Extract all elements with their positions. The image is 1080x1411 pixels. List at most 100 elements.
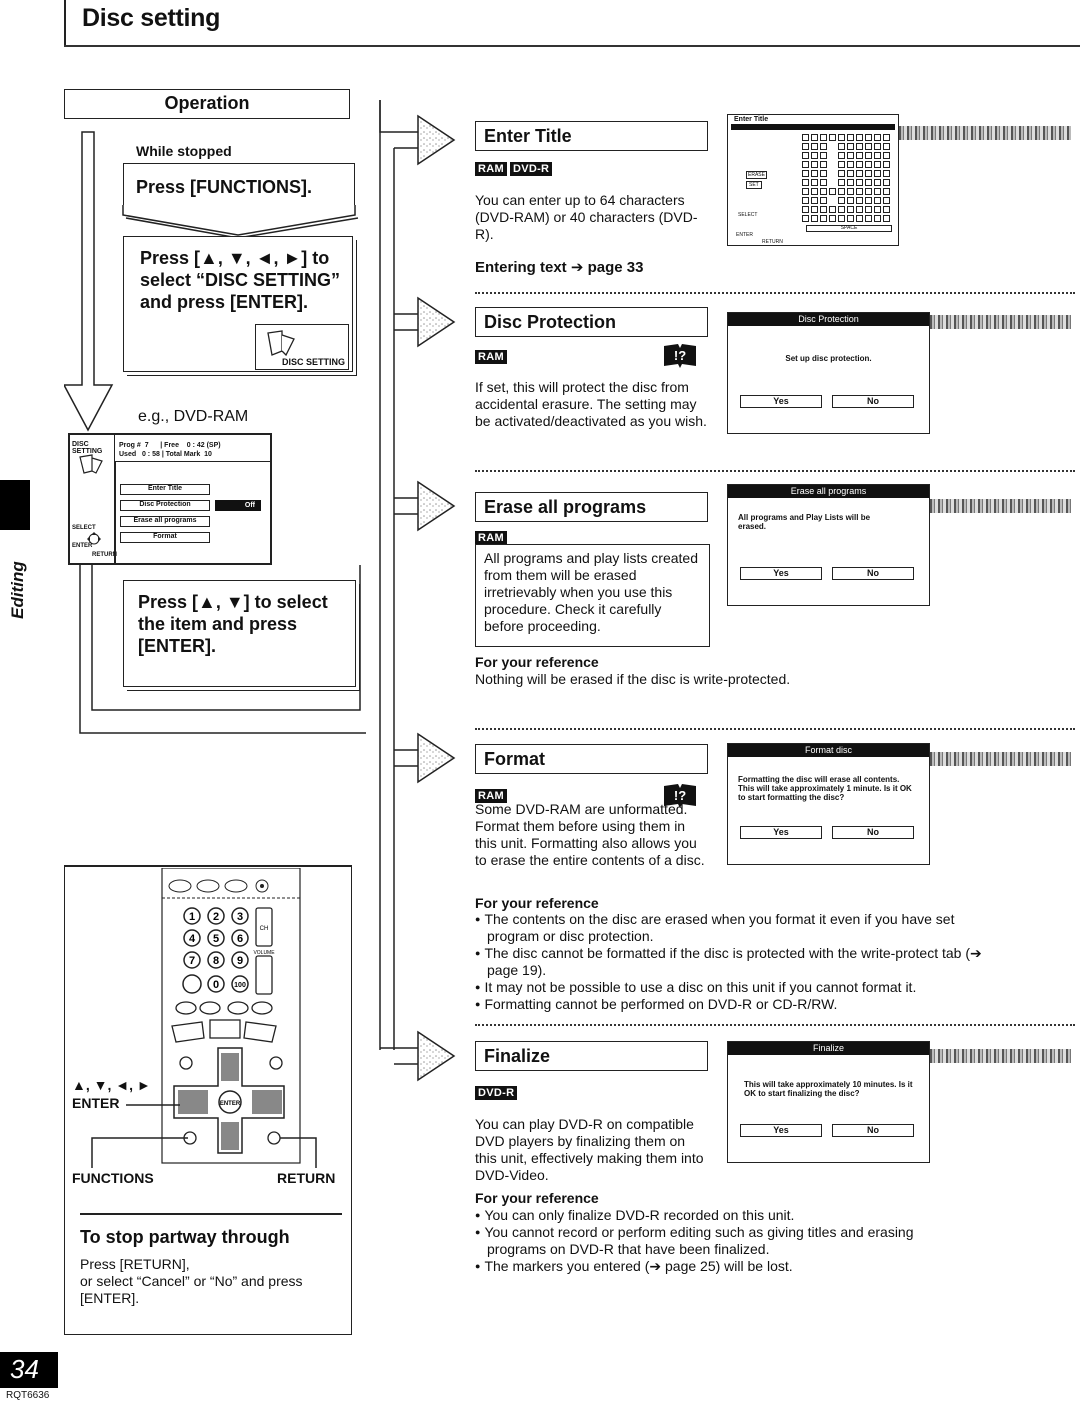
character-key[interactable] <box>874 170 881 177</box>
character-key[interactable] <box>865 134 872 141</box>
character-key[interactable] <box>802 179 809 186</box>
character-key[interactable] <box>811 188 818 195</box>
character-key[interactable] <box>838 170 845 177</box>
character-key[interactable] <box>856 170 863 177</box>
menu-item-enter-title[interactable]: Enter Title <box>120 484 210 495</box>
character-key[interactable] <box>856 134 863 141</box>
dialog-yes-button[interactable]: Yes <box>740 826 822 839</box>
character-key[interactable] <box>847 170 854 177</box>
character-key[interactable] <box>874 152 881 159</box>
character-key[interactable] <box>802 152 809 159</box>
character-key[interactable] <box>811 197 818 204</box>
character-key[interactable] <box>865 152 872 159</box>
character-key[interactable] <box>856 206 863 213</box>
character-key[interactable] <box>802 188 809 195</box>
character-key[interactable] <box>865 188 872 195</box>
character-key[interactable] <box>802 215 809 222</box>
character-key[interactable] <box>883 188 890 195</box>
character-key[interactable] <box>820 161 827 168</box>
dialog-no-button[interactable]: No <box>832 826 914 839</box>
character-key[interactable] <box>883 152 890 159</box>
character-key[interactable] <box>856 161 863 168</box>
character-key[interactable] <box>802 143 809 150</box>
character-key[interactable] <box>811 134 818 141</box>
character-key[interactable] <box>820 215 827 222</box>
character-key[interactable] <box>847 161 854 168</box>
character-key[interactable] <box>865 143 872 150</box>
character-key[interactable] <box>829 134 836 141</box>
dialog-no-button[interactable]: No <box>832 395 914 408</box>
character-key[interactable] <box>829 215 836 222</box>
character-key[interactable] <box>874 179 881 186</box>
character-key[interactable] <box>847 179 854 186</box>
character-key[interactable] <box>847 143 854 150</box>
character-key[interactable] <box>820 143 827 150</box>
character-key[interactable] <box>847 152 854 159</box>
character-key[interactable] <box>847 134 854 141</box>
title-input-bar[interactable] <box>731 124 895 130</box>
character-key[interactable] <box>874 143 881 150</box>
dialog-yes-button[interactable]: Yes <box>740 395 822 408</box>
character-key[interactable] <box>865 161 872 168</box>
dialog-no-button[interactable]: No <box>832 1124 914 1137</box>
character-key[interactable] <box>874 206 881 213</box>
character-key[interactable] <box>874 161 881 168</box>
character-key[interactable] <box>820 179 827 186</box>
character-key[interactable] <box>874 134 881 141</box>
character-key[interactable] <box>811 161 818 168</box>
character-key[interactable] <box>820 188 827 195</box>
character-key[interactable] <box>874 197 881 204</box>
character-key[interactable] <box>865 206 872 213</box>
character-key[interactable] <box>856 215 863 222</box>
character-grid[interactable] <box>802 134 894 224</box>
menu-item-erase-all-programs[interactable]: Erase all programs <box>120 516 210 527</box>
set-key[interactable]: SET <box>746 181 762 189</box>
character-key[interactable] <box>847 197 854 204</box>
character-key[interactable] <box>811 179 818 186</box>
character-key[interactable] <box>883 179 890 186</box>
character-key[interactable] <box>802 206 809 213</box>
character-key[interactable] <box>865 215 872 222</box>
character-key[interactable] <box>838 188 845 195</box>
character-key[interactable] <box>820 152 827 159</box>
character-key[interactable] <box>820 206 827 213</box>
character-key[interactable] <box>856 197 863 204</box>
character-key[interactable] <box>829 188 836 195</box>
character-key[interactable] <box>820 197 827 204</box>
dialog-no-button[interactable]: No <box>832 567 914 580</box>
character-key[interactable] <box>874 188 881 195</box>
character-key[interactable] <box>811 170 818 177</box>
character-key[interactable] <box>802 161 809 168</box>
erase-key[interactable]: ERASE <box>746 171 767 179</box>
character-key[interactable] <box>883 206 890 213</box>
character-key[interactable] <box>865 170 872 177</box>
character-key[interactable] <box>856 188 863 195</box>
character-key[interactable] <box>874 215 881 222</box>
character-key[interactable] <box>811 143 818 150</box>
character-key[interactable] <box>811 152 818 159</box>
space-key[interactable]: SPACE <box>806 225 892 232</box>
character-key[interactable] <box>883 170 890 177</box>
character-key[interactable] <box>838 134 845 141</box>
character-key[interactable] <box>847 188 854 195</box>
character-key[interactable] <box>883 215 890 222</box>
character-key[interactable] <box>802 170 809 177</box>
character-key[interactable] <box>811 206 818 213</box>
character-key[interactable] <box>838 152 845 159</box>
character-key[interactable] <box>856 143 863 150</box>
character-key[interactable] <box>856 152 863 159</box>
character-key[interactable] <box>883 134 890 141</box>
menu-item-format[interactable]: Format <box>120 532 210 543</box>
character-key[interactable] <box>838 215 845 222</box>
dialog-yes-button[interactable]: Yes <box>740 567 822 580</box>
character-key[interactable] <box>838 197 845 204</box>
character-key[interactable] <box>820 170 827 177</box>
character-key[interactable] <box>811 215 818 222</box>
character-key[interactable] <box>820 134 827 141</box>
character-key[interactable] <box>847 215 854 222</box>
character-key[interactable] <box>802 197 809 204</box>
entering-text-link[interactable]: Entering text ➔ page 33 <box>475 258 643 276</box>
character-key[interactable] <box>829 206 836 213</box>
character-key[interactable] <box>838 143 845 150</box>
character-key[interactable] <box>838 161 845 168</box>
